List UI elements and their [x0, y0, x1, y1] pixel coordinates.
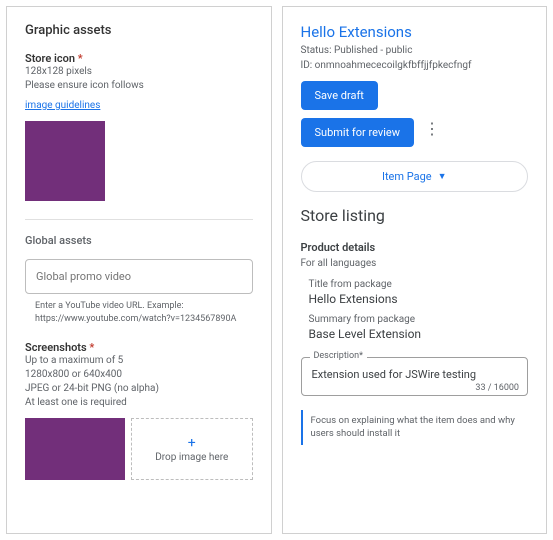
chevron-down-icon: ▼: [438, 171, 447, 182]
item-page-dropdown[interactable]: Item Page ▼: [301, 161, 529, 192]
store-icon-dims: 128x128 pixels: [25, 65, 253, 79]
store-listing-panel: Hello Extensions Status: Published - pub…: [282, 6, 548, 534]
more-options-icon[interactable]: ⋮: [424, 121, 440, 137]
store-icon-ensure: Please ensure icon follows: [25, 79, 253, 93]
drop-image-label: Drop image here: [155, 452, 228, 463]
status-line: Status: Published - public: [301, 43, 529, 58]
store-listing-heading: Store listing: [301, 206, 529, 225]
screenshots-help-3: JPEG or 24-bit PNG (no alpha): [25, 382, 253, 396]
divider: [25, 219, 253, 220]
screenshots-help-1: Up to a maximum of 5: [25, 354, 253, 368]
screenshot-thumbnail[interactable]: [25, 418, 125, 480]
description-value: Extension used for JSWire testing: [312, 368, 518, 381]
description-field[interactable]: Description* Extension used for JSWire t…: [301, 357, 529, 396]
extension-title-link[interactable]: Hello Extensions: [301, 23, 529, 41]
image-guidelines-link[interactable]: image guidelines: [25, 100, 100, 111]
save-draft-button[interactable]: Save draft: [301, 81, 378, 110]
store-icon-thumbnail[interactable]: [25, 121, 105, 201]
submit-for-review-button[interactable]: Submit for review: [301, 118, 414, 147]
screenshots-help-2: 1280x800 or 640x400: [25, 368, 253, 382]
global-assets-label: Global assets: [25, 234, 253, 247]
summary-from-package-label: Summary from package: [309, 314, 529, 325]
item-page-label: Item Page: [382, 170, 432, 183]
graphic-assets-heading: Graphic assets: [25, 23, 253, 38]
promo-video-help: Enter a YouTube video URL. Example: http…: [25, 300, 253, 325]
summary-from-package-value: Base Level Extension: [309, 327, 529, 341]
description-label: Description*: [310, 351, 367, 361]
description-counter: 33 / 16000: [475, 383, 519, 393]
extension-id: ID: onmnoahmececoilgkfbffjjfpkecfngf: [301, 58, 529, 73]
store-icon-label: Store icon: [25, 52, 253, 65]
product-details-label: Product details: [301, 241, 529, 254]
description-help-note: Focus on explaining what the item does a…: [301, 410, 529, 445]
screenshots-label: Screenshots: [25, 341, 253, 354]
screenshots-help-4: At least one is required: [25, 396, 253, 410]
drop-image-zone[interactable]: + Drop image here: [131, 418, 253, 480]
title-from-package-label: Title from package: [309, 279, 529, 290]
graphic-assets-panel: Graphic assets Store icon 128x128 pixels…: [6, 6, 272, 534]
all-languages-label: For all languages: [301, 258, 529, 269]
plus-icon: +: [188, 436, 196, 450]
title-from-package-value: Hello Extensions: [309, 292, 529, 306]
global-promo-video-input[interactable]: [25, 259, 253, 294]
